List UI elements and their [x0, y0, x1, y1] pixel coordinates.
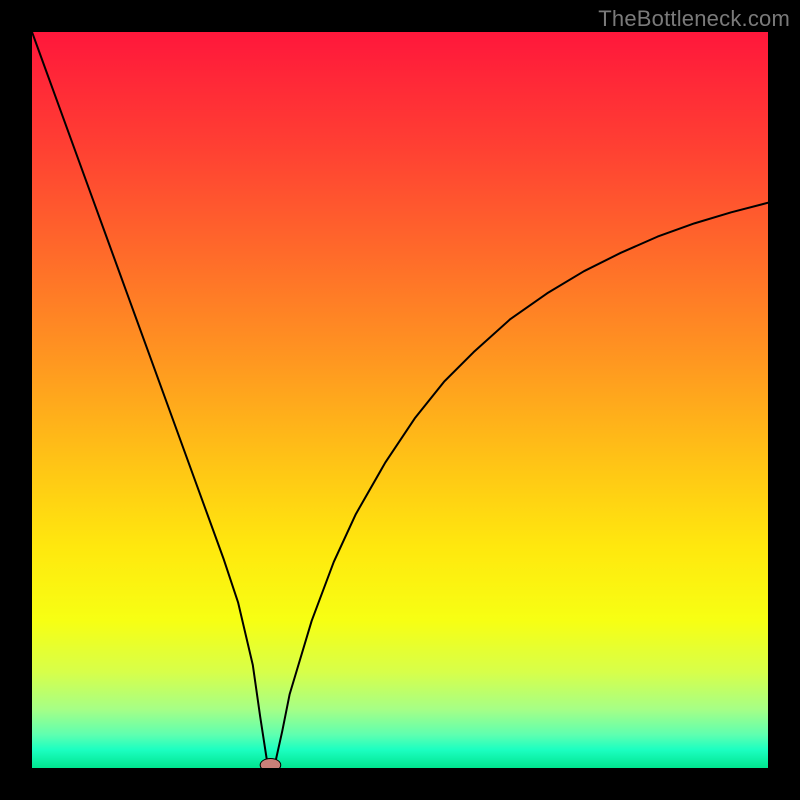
watermark-text: TheBottleneck.com — [598, 6, 790, 32]
min-point-marker — [260, 758, 281, 768]
plot-area — [32, 32, 768, 768]
gradient-background — [32, 32, 768, 768]
chart-svg — [32, 32, 768, 768]
chart-frame: TheBottleneck.com — [0, 0, 800, 800]
